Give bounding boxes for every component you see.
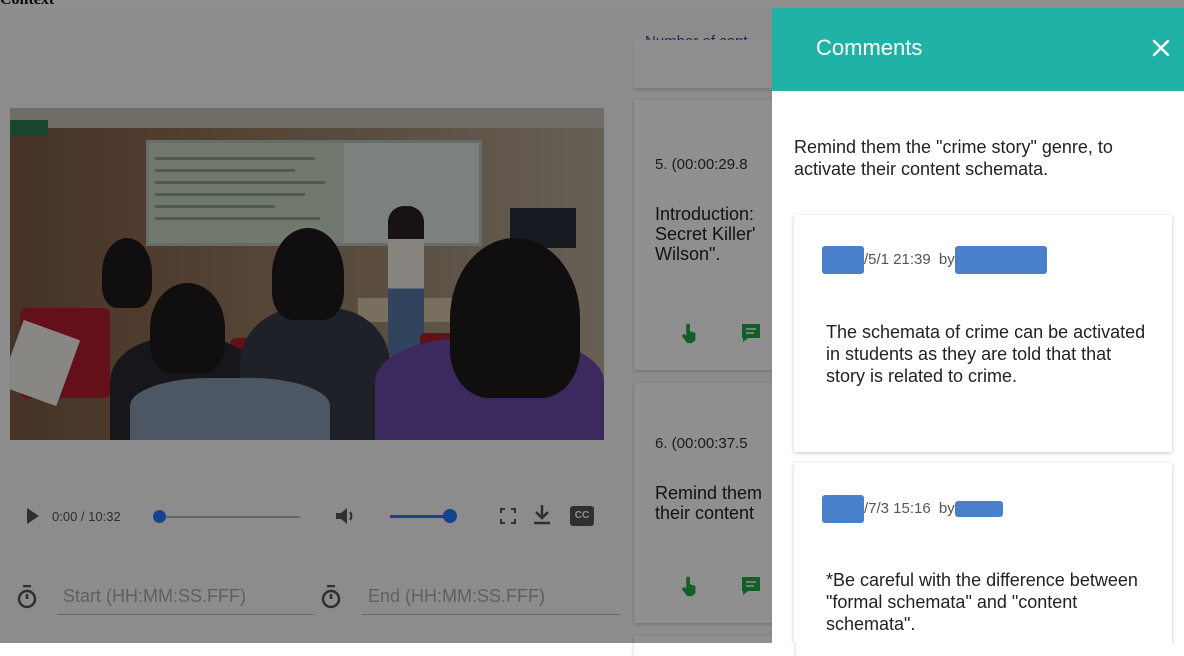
- selected-caption-text: Remind them the "crime story" genre, to …: [794, 137, 1113, 179]
- redacted-year: [822, 495, 864, 523]
- comments-drawer: Comments Remind them the "crime story" g…: [772, 8, 1184, 643]
- comment-date: /5/1 21:39: [864, 250, 931, 268]
- close-icon[interactable]: [1146, 33, 1176, 63]
- comment-text: The schemata of crime can be activated i…: [826, 322, 1146, 386]
- redacted-author: [954, 246, 1047, 274]
- comment-text: *Be careful with the difference between …: [826, 570, 1138, 634]
- comment-card: /7/3 15:16 by *Be careful with the diffe…: [794, 463, 1172, 643]
- drawer-title: Comments: [816, 35, 923, 60]
- comment-meta: /7/3 15:16 by: [822, 495, 1003, 523]
- redacted-year: [822, 246, 864, 274]
- comment-by-label: by: [938, 499, 955, 517]
- comment-date: /7/3 15:16: [864, 499, 931, 517]
- comment-by-label: by: [938, 250, 955, 268]
- comment-meta: /5/1 21:39 by: [822, 246, 1047, 274]
- comment-card: /5/1 21:39 by The schemata of crime can …: [794, 215, 1172, 452]
- drawer-header: Comments: [772, 8, 1184, 91]
- redacted-author: [954, 501, 1003, 517]
